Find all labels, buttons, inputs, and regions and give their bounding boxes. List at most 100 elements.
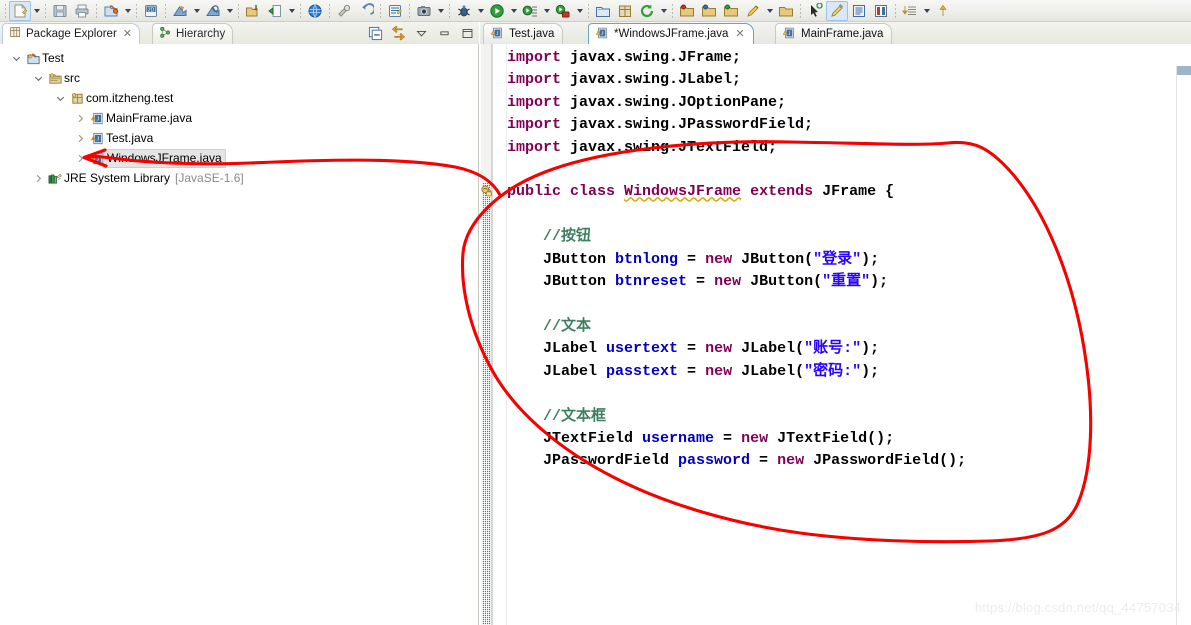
editor-tab-mainframe-java[interactable]: J MainFrame.java — [775, 23, 893, 44]
chevron-right-icon[interactable] — [72, 130, 88, 146]
tab-package-explorer[interactable]: Package Explorer ✕ — [2, 23, 140, 44]
debug-button[interactable] — [453, 1, 475, 21]
chevron-down-icon[interactable] — [52, 90, 68, 106]
annotation-gutter[interactable] — [481, 44, 492, 625]
code-canvas[interactable]: import javax.swing.JFrame; import javax.s… — [480, 44, 1191, 625]
toggle-mark-occurrences-button[interactable]: 2D — [140, 1, 162, 21]
open-type-button[interactable] — [169, 1, 191, 21]
refresh-dropdown-arrow[interactable] — [658, 1, 669, 21]
toolbar-separator — [585, 1, 592, 21]
export-button[interactable] — [264, 1, 286, 21]
code-token: JPasswordField — [507, 452, 679, 470]
editor-tab-label: Test.java — [509, 28, 555, 40]
search-dropdown-arrow[interactable] — [224, 1, 235, 21]
new-class-button[interactable] — [384, 1, 406, 21]
code-token: WindowsJFrame — [624, 183, 742, 201]
tree-label: src — [64, 71, 80, 85]
highlight-button[interactable] — [826, 0, 848, 21]
package-explorer-view: Package Explorer ✕ Hierarchy Test src co… — [0, 22, 479, 625]
tree-row-test[interactable]: Test — [0, 48, 478, 68]
new-package-button[interactable] — [614, 1, 636, 21]
chevron-right-icon[interactable] — [30, 170, 46, 186]
coverage-button[interactable] — [552, 1, 574, 21]
source-code[interactable]: import javax.swing.JFrame; import javax.s… — [507, 44, 1191, 625]
minimize-button[interactable] — [436, 25, 452, 41]
code-token: JLabel — [507, 362, 607, 380]
undo-button[interactable] — [355, 1, 377, 21]
tree-row-src[interactable]: src — [0, 68, 478, 88]
run-button[interactable] — [486, 1, 508, 21]
chevron-down-icon[interactable] — [30, 70, 46, 86]
collapse-all-button[interactable] — [367, 25, 383, 41]
code-token: import — [507, 116, 571, 134]
tab-hierarchy[interactable]: Hierarchy — [152, 23, 234, 44]
pencil-edit-dropdown-arrow[interactable] — [764, 1, 775, 21]
hierarchy-icon — [159, 26, 172, 42]
chevron-down-icon[interactable] — [8, 50, 24, 66]
code-token: JFrame { — [813, 183, 895, 201]
project-tree[interactable]: Test src com.itzheng.test J MainFrame.ja… — [0, 44, 479, 625]
editor-tab-test-java[interactable]: J Test.java — [483, 23, 564, 44]
columns-button[interactable] — [870, 1, 892, 21]
editor-tab-bar: J Test.java J *WindowsJFrame.java ✕ J Ma… — [480, 22, 1191, 45]
open-folder-blue-button[interactable] — [698, 1, 720, 21]
toolbar-separator — [235, 1, 242, 21]
new-wizard-button[interactable] — [9, 0, 31, 21]
open-task-button[interactable] — [592, 1, 614, 21]
refresh-button[interactable] — [636, 1, 658, 21]
tree-row-test-java[interactable]: J Test.java — [0, 128, 478, 148]
tab-label: Hierarchy — [176, 28, 226, 40]
toolbar-separator — [42, 1, 49, 21]
source-folder-icon — [46, 71, 64, 86]
close-icon[interactable]: ✕ — [123, 28, 132, 40]
tree-row-mainframe-java[interactable]: J MainFrame.java — [0, 108, 478, 128]
code-token: javax.swing.JOptionPane; — [570, 93, 787, 111]
cursor-tool-button[interactable] — [804, 1, 826, 21]
view-menu-button[interactable] — [413, 25, 429, 41]
run-history-dropdown-arrow[interactable] — [541, 1, 552, 21]
maximize-button[interactable] — [459, 25, 475, 41]
chevron-right-icon[interactable] — [72, 150, 88, 166]
coverage-dropdown-arrow[interactable] — [574, 1, 585, 21]
code-token: ); — [870, 273, 889, 291]
pencil-edit-button[interactable] — [742, 1, 764, 21]
outline-button[interactable] — [848, 1, 870, 21]
folding-column[interactable] — [493, 44, 507, 625]
new-wizard-dropdown-arrow[interactable] — [31, 1, 42, 21]
editor-tab-windowsjframe-java[interactable]: J *WindowsJFrame.java ✕ — [588, 23, 754, 44]
new-java-project-dropdown-arrow[interactable] — [122, 1, 133, 21]
code-token: new — [714, 273, 742, 291]
open-browser-button[interactable] — [304, 1, 326, 21]
external-tools-button[interactable] — [333, 1, 355, 21]
link-with-editor-button[interactable] — [390, 25, 406, 41]
import-button[interactable] — [242, 1, 264, 21]
next-annotation-dropdown-arrow[interactable] — [921, 1, 932, 21]
open-folder-green-button[interactable] — [720, 1, 742, 21]
camera-button[interactable] — [413, 1, 435, 21]
code-token: "重置" — [822, 273, 871, 291]
camera-dropdown-arrow[interactable] — [435, 1, 446, 21]
code-line: JTextField username = new JTextField(); — [507, 428, 1191, 450]
scrollbar-thumb[interactable] — [1177, 66, 1191, 75]
save-button[interactable] — [49, 1, 71, 21]
print-button[interactable] — [71, 1, 93, 21]
run-history-button[interactable] — [519, 1, 541, 21]
open-folder-red-button[interactable] — [676, 1, 698, 21]
export-dropdown-arrow[interactable] — [286, 1, 297, 21]
code-token: extends — [750, 183, 814, 201]
code-token: import — [507, 93, 571, 111]
tree-row-windowsjframe-java[interactable]: J WindowsJFrame.java — [0, 148, 478, 168]
new-java-project-button[interactable] — [100, 1, 122, 21]
chevron-right-icon[interactable] — [72, 110, 88, 126]
open-type-dropdown-arrow[interactable] — [191, 1, 202, 21]
run-dropdown-arrow[interactable] — [508, 1, 519, 21]
overview-ruler[interactable] — [1176, 66, 1191, 625]
debug-dropdown-arrow[interactable] — [475, 1, 486, 21]
next-annotation-button[interactable] — [899, 1, 921, 21]
tree-row-jre-system-library[interactable]: JRE System Library [JavaSE-1.6] — [0, 168, 478, 188]
open-folder-orange-button[interactable] — [775, 1, 797, 21]
previous-annotation-button[interactable] — [932, 1, 954, 21]
tree-row-package[interactable]: com.itzheng.test — [0, 88, 478, 108]
close-icon[interactable]: ✕ — [735, 28, 744, 40]
search-button[interactable] — [202, 1, 224, 21]
